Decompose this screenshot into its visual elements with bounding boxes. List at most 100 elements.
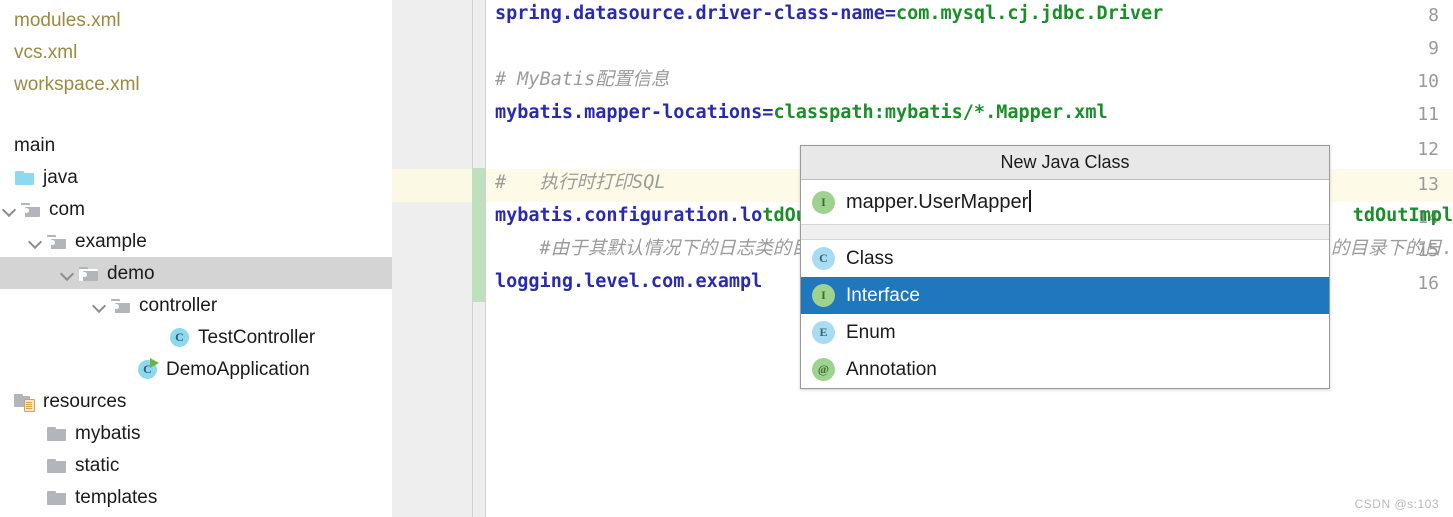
code-key: # 执行时打印SQL — [495, 172, 666, 193]
tree-item-static[interactable]: static — [0, 449, 392, 481]
code-line-15-tail: 的目录下的日. — [1330, 238, 1453, 259]
tree-item-templates[interactable]: templates — [0, 481, 392, 513]
class-name-input-row[interactable]: I mapper.UserMapper — [801, 180, 1329, 225]
new-java-class-dialog[interactable]: New Java Class I mapper.UserMapper C Clas… — [800, 145, 1330, 389]
line-number: 12 — [1417, 139, 1439, 160]
folder-dot — [114, 304, 119, 309]
folder-dot — [24, 208, 29, 213]
class-name-input-value: mapper.UserMapper — [846, 191, 1029, 213]
tree-item-resources[interactable]: resources — [0, 385, 392, 417]
class-kind-label: Interface — [846, 284, 920, 306]
tree-item-label: vcs.xml — [14, 41, 78, 63]
class-kind-item-interface[interactable]: I Interface — [801, 277, 1329, 314]
class-kind-label: Enum — [846, 321, 896, 343]
class-name-input[interactable]: mapper.UserMapper — [846, 190, 1031, 214]
folder-dot — [50, 240, 55, 245]
line-number: 8 — [1428, 5, 1439, 26]
tree-item-label: controller — [139, 294, 218, 316]
tree-item-modules-xml[interactable]: modules.xml — [0, 4, 392, 36]
tree-item-controller[interactable]: controller — [0, 289, 392, 321]
tree-item-label: static — [75, 454, 120, 476]
package-folder-icon — [78, 264, 100, 282]
folder-icon — [46, 456, 68, 474]
tree-item-mybatis[interactable]: mybatis — [0, 417, 392, 449]
tree-item-label: example — [75, 230, 147, 252]
code-line[interactable]: spring.datasource.driver-class-name=com.… — [495, 3, 1164, 24]
class-kind-list[interactable]: C Class I Interface E Enum @ Annotation — [801, 240, 1329, 388]
dialog-title: New Java Class — [801, 146, 1329, 180]
line-number: 16 — [1417, 273, 1439, 294]
dialog-separator — [801, 225, 1329, 240]
tree-item-label: demo — [107, 262, 155, 284]
interface-icon: I — [812, 284, 835, 307]
line-number: 9 — [1428, 38, 1439, 59]
code-line[interactable]: # MyBatis配置信息 — [495, 70, 669, 90]
interface-icon: I — [812, 190, 835, 214]
code-value: com.mysql.cj.jdbc.Driver — [895, 3, 1164, 24]
code-key: mybatis.configuration.lo — [495, 205, 763, 226]
tree-item-label: TestController — [198, 326, 316, 348]
code-line[interactable]: # 执行时打印SQL — [495, 172, 666, 193]
package-folder-icon — [110, 296, 132, 314]
tree-item-label: java — [43, 166, 78, 188]
code-line[interactable]: logging.level.com.exampl — [495, 271, 763, 292]
code-comment: 的目录下的日. — [1330, 238, 1453, 259]
tree-item-example[interactable]: example — [0, 225, 392, 257]
tree-item-label: templates — [75, 486, 158, 508]
folder-icon — [46, 424, 68, 442]
class-icon: C — [168, 326, 192, 348]
tree-item-main[interactable]: main — [0, 129, 392, 161]
source-folder-icon — [14, 168, 36, 186]
code-line[interactable]: mybatis.mapper-locations=classpath:mybat… — [495, 102, 1108, 123]
class-kind-label: Annotation — [846, 358, 937, 380]
tree-item-label: main — [14, 134, 56, 156]
runnable-class-icon: C — [136, 358, 160, 380]
text-caret — [1029, 190, 1031, 212]
code-value: classpath:mybatis/*.Mapper.xml — [773, 102, 1108, 123]
project-tree-sidebar[interactable]: modules.xml vcs.xml workspace.xml main java c… — [0, 0, 393, 517]
tree-item-label: DemoApplication — [166, 358, 310, 380]
class-kind-item-enum[interactable]: E Enum — [801, 314, 1329, 351]
folder-dot — [82, 272, 87, 277]
folder-icon — [46, 488, 68, 506]
code-key: logging.level.com.exampl — [495, 271, 763, 292]
resources-folder-icon — [14, 392, 36, 412]
change-marker-stripe[interactable] — [472, 168, 485, 302]
annotation-icon: @ — [812, 358, 835, 381]
class-kind-label: Class — [846, 247, 894, 269]
tree-item-demo[interactable]: demo — [0, 257, 392, 289]
tree-item-testcontroller[interactable]: C TestController — [0, 321, 392, 353]
gutter-divider — [485, 0, 486, 517]
chevron-down-icon[interactable] — [0, 199, 20, 219]
code-value: tdOutImpl — [1352, 205, 1453, 226]
watermark: CSDN @s:103 — [1354, 497, 1439, 511]
tree-item-label: resources — [43, 390, 127, 412]
code-key: mybatis.mapper-locations= — [495, 102, 774, 123]
code-key: #由于其默认情况下的日志类 — [495, 238, 773, 259]
tree-item-label: com — [49, 198, 85, 220]
class-kind-item-annotation[interactable]: @ Annotation — [801, 351, 1329, 388]
line-number: 11 — [1417, 104, 1439, 125]
tree-item-com[interactable]: com — [0, 193, 392, 225]
resources-badge — [24, 399, 35, 412]
tree-item-label: mybatis — [75, 422, 141, 444]
current-line-gutter-highlight — [392, 169, 472, 202]
chevron-down-icon[interactable] — [26, 231, 46, 251]
run-arrow-badge — [150, 358, 159, 368]
tree-item-label: workspace.xml — [14, 73, 140, 95]
chevron-down-icon[interactable] — [90, 295, 110, 315]
package-folder-icon — [20, 200, 42, 218]
tree-item-vcs-xml[interactable]: vcs.xml — [0, 36, 392, 68]
class-icon: C — [812, 247, 835, 270]
code-key: spring.datasource.driver-class-name= — [495, 3, 896, 24]
line-number: 13 — [1417, 174, 1439, 195]
enum-icon: E — [812, 321, 835, 344]
tree-item-demoapplication[interactable]: C DemoApplication — [0, 353, 392, 385]
chevron-down-icon[interactable] — [58, 263, 78, 283]
line-number-gutter[interactable] — [392, 0, 473, 517]
code-line-14-tail: tdOutImpl — [1352, 205, 1453, 226]
class-kind-item-class[interactable]: C Class — [801, 240, 1329, 277]
package-folder-icon — [46, 232, 68, 250]
tree-item-java[interactable]: java — [0, 161, 392, 193]
tree-item-workspace-xml[interactable]: workspace.xml — [0, 68, 392, 100]
